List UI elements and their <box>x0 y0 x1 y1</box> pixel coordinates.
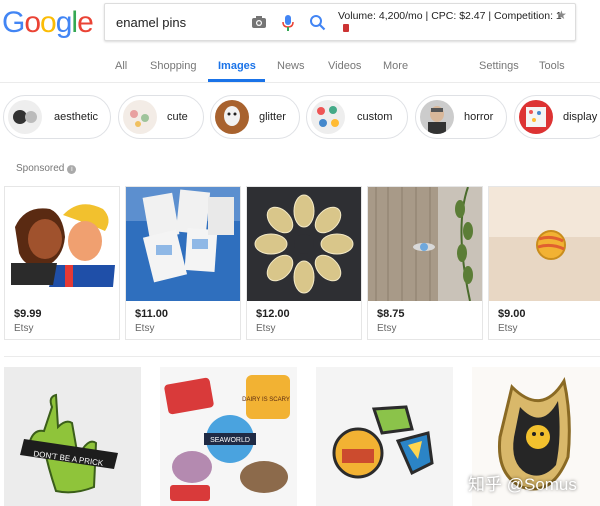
camera-icon[interactable] <box>251 15 267 29</box>
product-price: $8.75 <box>377 308 405 320</box>
tab-more[interactable]: More <box>383 60 408 72</box>
tab-videos[interactable]: Videos <box>328 60 361 72</box>
product-price: $9.99 <box>14 308 42 320</box>
product-image <box>489 187 600 301</box>
sponsored-text: Sponsored <box>16 163 65 174</box>
tab-images[interactable]: Images <box>218 60 256 72</box>
product-image <box>5 187 119 301</box>
logo-letter: g <box>55 6 73 39</box>
product-image <box>126 187 240 301</box>
product-image <box>247 187 361 301</box>
chip-horror[interactable]: horror <box>415 95 507 139</box>
product-seller: Etsy <box>498 323 518 334</box>
product-image <box>368 187 482 301</box>
chip-custom[interactable]: custom <box>306 95 408 139</box>
logo-letter: o <box>24 6 41 39</box>
watermark: 知乎 @Somus <box>468 475 577 494</box>
chip-aesthetic[interactable]: aesthetic <box>3 95 111 139</box>
chip-cute[interactable]: cute <box>118 95 204 139</box>
tab-all[interactable]: All <box>115 60 127 72</box>
chip-label: cute <box>167 111 188 123</box>
info-icon[interactable]: i <box>67 165 77 174</box>
search-box[interactable]: enamel pins Volume: 4,200/mo | CPC: $2.4… <box>104 3 576 41</box>
logo-letter: e <box>77 6 94 39</box>
search-tabs: All Shopping Images News Videos More Set… <box>0 52 600 83</box>
chip-thumbnail <box>215 100 249 134</box>
pin-text: SEAWORLD <box>210 437 250 444</box>
chip-thumbnail <box>311 100 345 134</box>
microphone-icon[interactable] <box>281 14 295 32</box>
pin-text: DAIRY IS SCARY <box>242 397 290 403</box>
product-seller: Etsy <box>14 323 34 334</box>
google-logo[interactable]: Google <box>2 6 94 40</box>
active-tab-indicator <box>208 79 265 82</box>
chip-display[interactable]: display <box>514 95 600 139</box>
product-card[interactable]: $9.00 Etsy <box>488 186 600 340</box>
section-divider <box>4 356 600 357</box>
chip-thumbnail <box>8 100 42 134</box>
search-icon[interactable] <box>309 14 326 31</box>
search-input[interactable]: enamel pins <box>116 15 186 30</box>
product-seller: Etsy <box>377 323 397 334</box>
chip-label: aesthetic <box>54 111 99 123</box>
chip-thumbnail <box>519 100 553 134</box>
image-result[interactable]: DON'T BE A PRICK <box>4 367 141 506</box>
product-card[interactable]: $9.99 Etsy <box>4 186 120 340</box>
tab-settings[interactable]: Settings <box>479 60 519 72</box>
chip-label: custom <box>357 111 393 123</box>
tab-shopping[interactable]: Shopping <box>150 60 197 72</box>
product-seller: Etsy <box>135 323 155 334</box>
product-price: $12.00 <box>256 308 290 320</box>
chip-thumbnail <box>420 100 454 134</box>
logo-letter: o <box>40 6 57 39</box>
chip-label: display <box>563 111 598 123</box>
star-icon[interactable]: ★ <box>556 8 567 22</box>
product-card[interactable]: $8.75 Etsy <box>367 186 483 340</box>
chip-thumbnail <box>123 100 157 134</box>
image-result[interactable] <box>316 367 453 506</box>
sponsored-label: Sponsored i <box>16 163 77 174</box>
product-seller: Etsy <box>256 323 276 334</box>
tab-tools[interactable]: Tools <box>539 60 565 72</box>
product-card[interactable]: $12.00 Etsy <box>246 186 362 340</box>
keyword-extension-icon[interactable] <box>343 24 349 32</box>
chip-glitter[interactable]: glitter <box>210 95 300 139</box>
chip-label: horror <box>464 111 494 123</box>
product-price: $9.00 <box>498 308 526 320</box>
product-price: $11.00 <box>135 308 169 320</box>
logo-letter: G <box>2 6 25 39</box>
keyword-stats: Volume: 4,200/mo | CPC: $2.47 | Competit… <box>338 10 562 22</box>
product-card[interactable]: $11.00 Etsy <box>125 186 241 340</box>
tab-news[interactable]: News <box>277 60 305 72</box>
image-result[interactable]: DAIRY IS SCARY SEAWORLD <box>160 367 297 506</box>
chip-label: glitter <box>259 111 286 123</box>
